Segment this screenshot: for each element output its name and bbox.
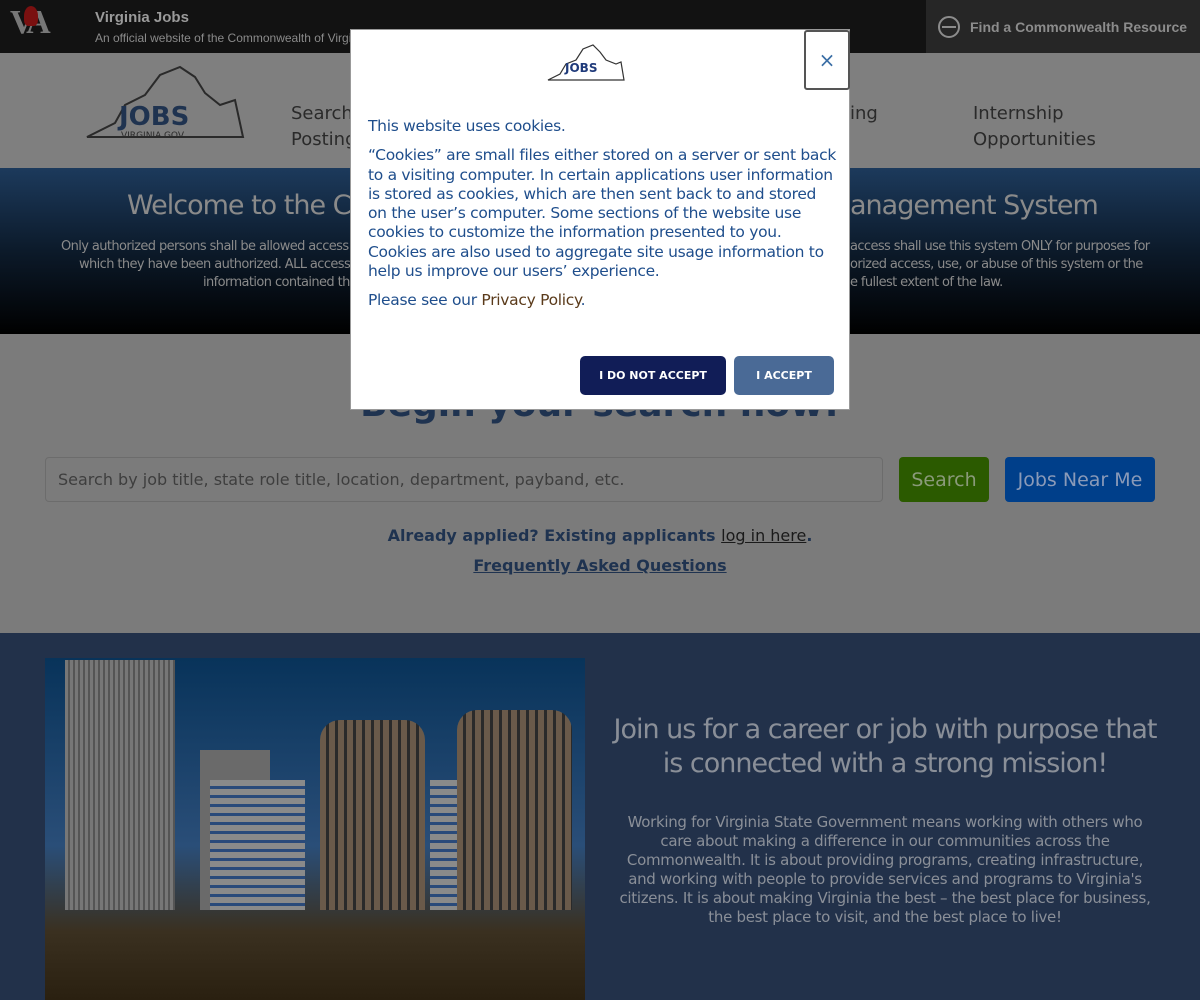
- nav-line: Search: [291, 103, 353, 124]
- welcome-heading-left: Welcome to the Co: [127, 190, 367, 221]
- auth-notice-left: Only authorized persons shall be allowed…: [61, 238, 366, 292]
- mission-body: Working for Virginia State Government me…: [619, 813, 1151, 926]
- welcome-heading-right: anagement System: [850, 190, 1099, 221]
- nav-line: ing: [850, 103, 878, 124]
- already-applied-label: Already applied? Existing applicants: [387, 526, 722, 545]
- login-link[interactable]: log in here: [721, 526, 806, 545]
- jobs-virginia-modal-logo: JOBS: [547, 44, 625, 81]
- nav-internship-opportunities[interactable]: Internship Opportunities: [973, 101, 1096, 153]
- privacy-suffix: .: [580, 291, 586, 310]
- find-resource-button[interactable]: Find a Commonwealth Resource: [926, 0, 1200, 53]
- close-button[interactable]: ×: [804, 30, 850, 90]
- nav-line: Posting: [291, 129, 357, 150]
- privacy-prefix: Please see our: [368, 291, 482, 310]
- cardinal-icon: [24, 6, 38, 26]
- accept-cookies-button[interactable]: I ACCEPT: [734, 356, 834, 395]
- globe-icon: [938, 15, 960, 38]
- cookie-intro: This website uses cookies.: [368, 117, 566, 135]
- richmond-skyline-image: [45, 658, 585, 1000]
- site-title: Virginia Jobs: [95, 9, 189, 26]
- decline-cookies-button[interactable]: I DO NOT ACCEPT: [580, 356, 726, 395]
- cookie-body: “Cookies” are small files either stored …: [368, 146, 836, 281]
- auth-line: orized access, use, or abuse of this sys…: [850, 257, 1143, 272]
- site-subtitle: An official website of the Commonwealth …: [95, 31, 352, 45]
- mission-section: Join us for a career or job with purpose…: [0, 633, 1200, 1000]
- faq-link[interactable]: Frequently Asked Questions: [0, 556, 1200, 575]
- auth-line: e fullest extent of the law.: [850, 275, 1003, 290]
- period: .: [806, 526, 813, 545]
- modal-logo-text: JOBS: [564, 61, 597, 75]
- logo-sub-text: VIRGINIA.GOV: [121, 131, 185, 141]
- search-button[interactable]: Search: [899, 457, 989, 502]
- auth-line: which they have been authorized. ALL acc…: [79, 257, 366, 272]
- jobs-virginia-logo[interactable]: JOBS VIRGINIA.GOV: [85, 65, 250, 145]
- cookie-consent-dialog: JOBS × This website uses cookies. “Cooki…: [350, 29, 850, 410]
- auth-line: access shall use this system ONLY for pu…: [850, 239, 1150, 254]
- auth-notice-right: access shall use this system ONLY for pu…: [850, 238, 1150, 292]
- nav-line: Opportunities: [973, 129, 1096, 150]
- jobs-near-me-button[interactable]: Jobs Near Me: [1005, 457, 1155, 502]
- cookie-message: This website uses cookies. “Cookies” are…: [368, 117, 838, 321]
- privacy-policy-link[interactable]: Privacy Policy: [481, 291, 581, 309]
- auth-line: information contained the: [203, 275, 358, 290]
- job-search-input[interactable]: [45, 457, 883, 502]
- nav-line: Internship: [973, 103, 1064, 124]
- auth-line: Only authorized persons shall be allowed…: [61, 239, 365, 254]
- virginia-logo[interactable]: VA: [10, 4, 76, 48]
- mission-heading: Join us for a career or job with purpose…: [613, 714, 1158, 779]
- nav-item-hidden[interactable]: ing: [850, 101, 878, 127]
- nav-search-postings[interactable]: Search Posting: [291, 101, 357, 153]
- logo-jobs-text: JOBS: [117, 102, 189, 132]
- find-resource-label: Find a Commonwealth Resource: [970, 18, 1188, 35]
- privacy-line: Please see our Privacy Policy.: [368, 291, 838, 310]
- existing-applicants-text: Already applied? Existing applicants log…: [0, 526, 1200, 545]
